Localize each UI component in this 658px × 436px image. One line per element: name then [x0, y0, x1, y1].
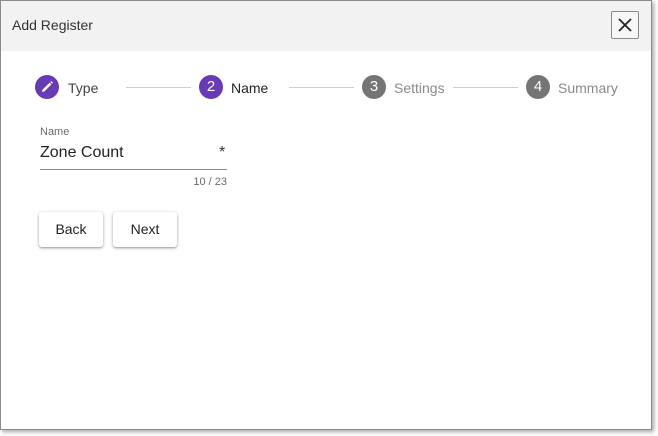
name-field-label: Name	[40, 126, 70, 138]
step-4-indicator[interactable]: 4	[526, 75, 550, 99]
step-connector	[453, 87, 518, 88]
step-1-indicator[interactable]	[35, 75, 59, 99]
dialog-titlebar: Add Register	[1, 1, 651, 51]
name-input[interactable]: Zone Count	[40, 144, 124, 162]
step-3-label: Settings	[394, 80, 445, 96]
step-3-indicator[interactable]: 3	[362, 75, 386, 99]
add-register-dialog: Add Register Type 2 Name 3 Settings 4 Su…	[0, 0, 652, 430]
step-1-label: Type	[68, 80, 99, 96]
pencil-icon	[42, 81, 53, 92]
required-marker: *	[219, 144, 226, 161]
next-button[interactable]: Next	[113, 212, 177, 247]
back-button[interactable]: Back	[39, 212, 103, 247]
name-field-underline	[40, 169, 227, 170]
step-2-label: Name	[231, 80, 269, 96]
step-2-indicator[interactable]: 2	[199, 75, 223, 99]
step-4-label: Summary	[558, 80, 618, 96]
close-icon	[618, 18, 632, 32]
close-button[interactable]	[611, 11, 639, 39]
step-connector	[289, 87, 354, 88]
step-connector	[126, 87, 191, 88]
dialog-title: Add Register	[12, 17, 93, 33]
character-counter: 10 / 23	[193, 176, 227, 188]
